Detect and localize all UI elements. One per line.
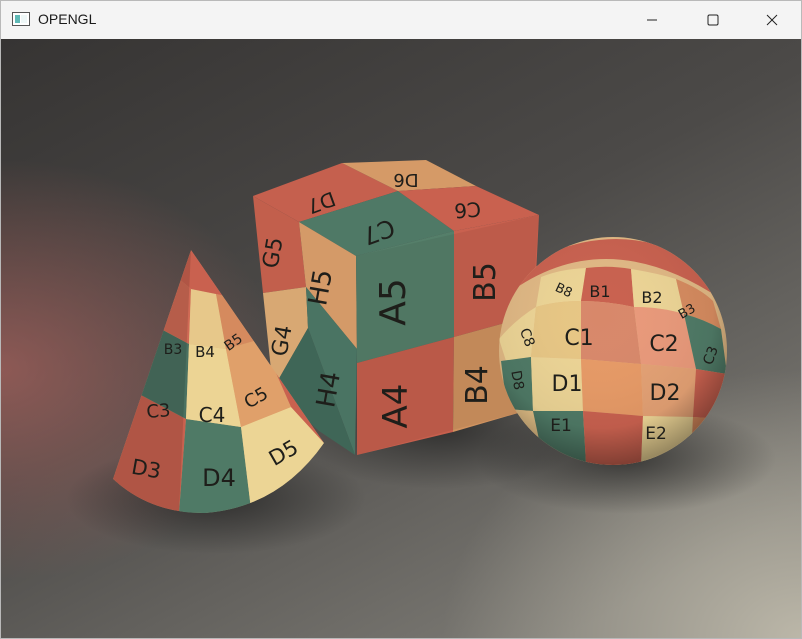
cube-label: C6 xyxy=(453,197,482,223)
maximize-button[interactable] xyxy=(690,1,736,39)
minimize-button[interactable] xyxy=(629,1,675,39)
application-window: OPENGL A5 B5 A4 B4 G5 H5 G4 H4 D7 D6 C7 … xyxy=(0,0,802,639)
cube-label: D6 xyxy=(393,169,418,190)
cone-label: B3 xyxy=(164,342,183,358)
cube-label: G5 xyxy=(259,235,289,270)
sphere-shade xyxy=(499,237,727,465)
opengl-viewport[interactable]: A5 B5 A4 B4 G5 H5 G4 H4 D7 D6 C7 C6 D3 D… xyxy=(1,39,801,638)
sphere-label: C2 xyxy=(649,332,678,357)
sphere-label: B2 xyxy=(641,288,662,307)
title-bar[interactable]: OPENGL xyxy=(1,1,801,39)
sphere-label: E2 xyxy=(645,424,667,444)
cone-label: D4 xyxy=(202,464,236,492)
window-title: OPENGL xyxy=(38,11,97,27)
sphere-label: D2 xyxy=(650,381,681,406)
minimize-icon xyxy=(647,19,657,21)
cube-label: A4 xyxy=(376,384,416,429)
cone-label: B4 xyxy=(195,343,215,361)
sphere-label: E1 xyxy=(550,416,572,436)
opengl-app-icon[interactable] xyxy=(12,12,30,26)
maximize-icon xyxy=(707,14,719,26)
cube-label: H4 xyxy=(311,369,347,410)
sphere-label: C1 xyxy=(564,326,593,351)
sphere-label: D1 xyxy=(552,372,583,397)
cube-label: H5 xyxy=(303,267,339,308)
cube-label: B4 xyxy=(460,365,495,405)
close-icon xyxy=(766,14,778,26)
cone-label: C4 xyxy=(199,403,226,427)
sphere-label: D8 xyxy=(507,369,526,391)
sphere-label: B1 xyxy=(589,282,610,301)
close-button[interactable] xyxy=(749,1,795,39)
cone-label: C3 xyxy=(146,400,172,423)
cube-label: A5 xyxy=(373,278,414,326)
cube-label: B5 xyxy=(468,262,503,302)
cube-label: G4 xyxy=(268,323,298,358)
scene-canvas: A5 B5 A4 B4 G5 H5 G4 H4 D7 D6 C7 C6 D3 D… xyxy=(1,39,801,638)
cone-label: D3 xyxy=(130,455,163,484)
